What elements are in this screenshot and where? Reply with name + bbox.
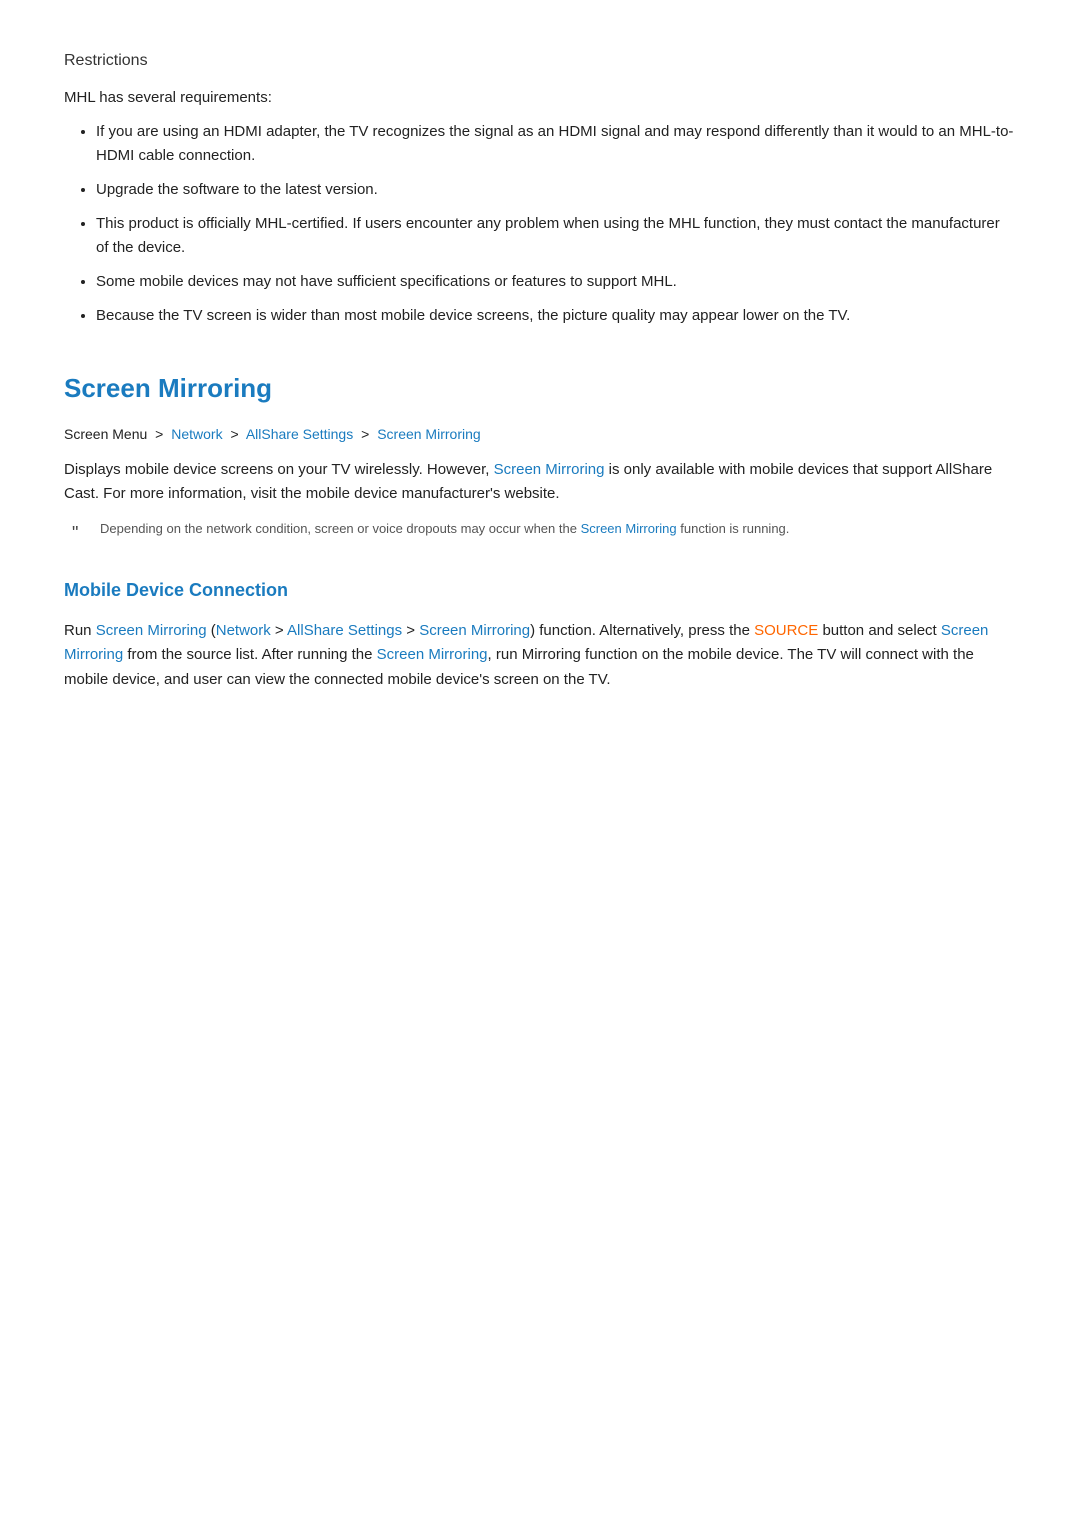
screen-mirroring-section: Screen Mirroring Screen Menu > Network >… (64, 368, 1016, 540)
restrictions-heading: Restrictions (64, 48, 1016, 74)
restrictions-bullet-list: If you are using an HDMI adapter, the TV… (64, 120, 1016, 328)
screen-mirroring-body: Displays mobile device screens on your T… (64, 458, 1016, 508)
source-link[interactable]: SOURCE (754, 622, 818, 639)
list-item: This product is officially MHL-certified… (96, 212, 1016, 260)
mobile-device-title: Mobile Device Connection (64, 576, 1016, 605)
breadcrumb-screen-mirroring-link[interactable]: Screen Mirroring (377, 426, 480, 442)
screen-mirroring-inline-link[interactable]: Screen Mirroring (494, 461, 605, 478)
breadcrumb-part1: Screen Menu (64, 426, 147, 442)
breadcrumb-separator2: > (231, 426, 239, 442)
breadcrumb: Screen Menu > Network > AllShare Setting… (64, 423, 1016, 445)
list-item: Upgrade the software to the latest versi… (96, 178, 1016, 202)
mobile-device-body: Run Screen Mirroring (Network > AllShare… (64, 619, 1016, 693)
screen-mirroring-note: Depending on the network condition, scre… (64, 519, 1016, 540)
mobile-allshare-link[interactable]: AllShare Settings (287, 622, 402, 639)
mobile-screen-mirroring-link1[interactable]: Screen Mirroring (96, 622, 207, 639)
breadcrumb-allshare-link[interactable]: AllShare Settings (246, 426, 353, 442)
mobile-screen-mirroring-link2[interactable]: Screen Mirroring (419, 622, 530, 639)
note-screen-mirroring-link[interactable]: Screen Mirroring (581, 521, 677, 536)
note-text: Depending on the network condition, scre… (100, 519, 1016, 540)
mobile-screen-mirroring-link4[interactable]: Screen Mirroring (377, 646, 488, 663)
mobile-network-link[interactable]: Network (216, 622, 271, 639)
list-item: If you are using an HDMI adapter, the TV… (96, 120, 1016, 168)
breadcrumb-network-link[interactable]: Network (171, 426, 222, 442)
list-item: Because the TV screen is wider than most… (96, 304, 1016, 328)
screen-mirroring-title: Screen Mirroring (64, 368, 1016, 410)
mobile-device-section: Mobile Device Connection Run Screen Mirr… (64, 576, 1016, 693)
breadcrumb-separator3: > (361, 426, 369, 442)
restrictions-intro: MHL has several requirements: (64, 86, 1016, 110)
list-item: Some mobile devices may not have suffici… (96, 270, 1016, 294)
breadcrumb-separator1: > (155, 426, 163, 442)
